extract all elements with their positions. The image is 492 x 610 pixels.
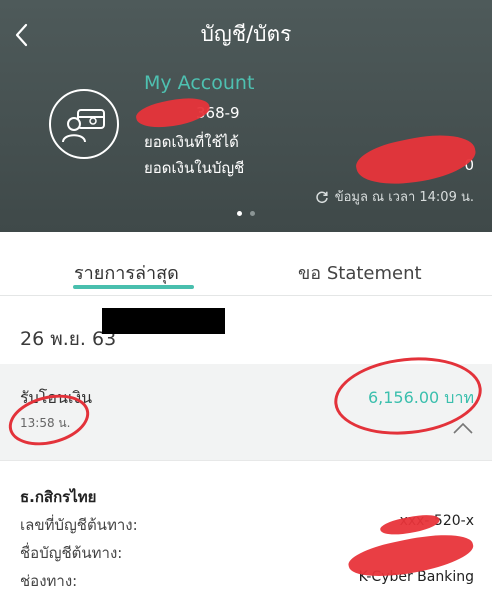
- transaction-item[interactable]: รับโอนเงิน 13:58 น. 6,156.00 บาท: [0, 350, 492, 460]
- transaction-details: ธ.กสิกรไทย เลขที่บัญชีต้นทาง: xxx- 520-x…: [0, 460, 492, 610]
- active-tab-indicator: [73, 285, 194, 289]
- page-dot[interactable]: [250, 211, 255, 216]
- account-page: บัญชี/บัตร My Account 368-9 ยอดเงินที่ใช…: [0, 0, 492, 610]
- source-account-name-label: ชื่อบัญชีต้นทาง:: [20, 544, 123, 562]
- last-updated[interactable]: ข้อมูล ณ เวลา 14:09 น.: [315, 186, 474, 207]
- page-indicator: [0, 211, 492, 216]
- tab-request-statement[interactable]: ขอ Statement: [298, 258, 422, 287]
- last-updated-text: ข้อมูล ณ เวลา 14:09 น.: [334, 190, 474, 205]
- refresh-icon: [316, 191, 328, 203]
- tab-bar: รายการล่าสุด ขอ Statement: [0, 246, 492, 296]
- account-balance-label: ยอดเงินในบัญชี: [144, 159, 245, 177]
- chevron-up-icon[interactable]: [452, 420, 474, 434]
- channel-label: ช่องทาง:: [20, 572, 78, 590]
- source-account-number-label: เลขที่บัญชีต้นทาง:: [20, 516, 138, 534]
- redaction-mark: [352, 126, 480, 194]
- redaction-box: [102, 308, 225, 334]
- page-title: บัญชี/บัตร: [200, 22, 292, 46]
- page-dot-active[interactable]: [237, 211, 242, 216]
- source-bank: ธ.กสิกรไทย: [20, 488, 97, 506]
- redaction-mark: [134, 92, 212, 134]
- account-header: บัญชี/บัตร My Account 368-9 ยอดเงินที่ใช…: [0, 0, 492, 232]
- account-name[interactable]: My Account: [144, 72, 254, 94]
- account-card-icon: [48, 88, 120, 160]
- available-balance-label: ยอดเงินที่ใช้ได้: [144, 133, 239, 151]
- tab-recent-transactions[interactable]: รายการล่าสุด: [74, 258, 179, 287]
